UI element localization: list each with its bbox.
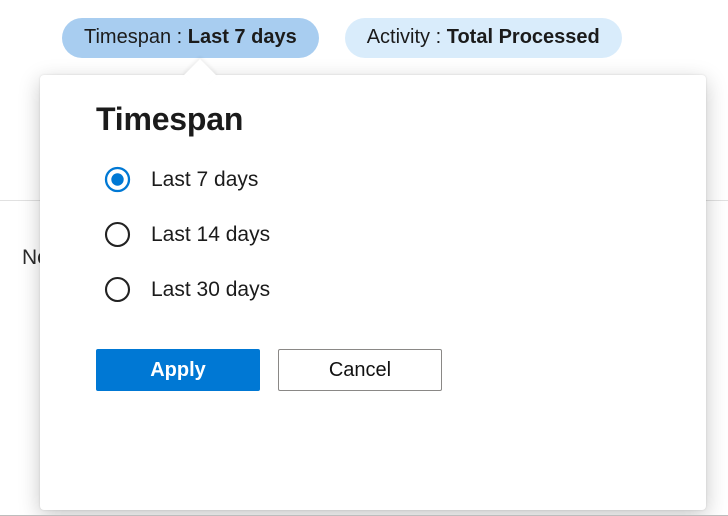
filter-pill-activity-value: Total Processed bbox=[447, 26, 600, 48]
popover-button-row: Apply Cancel bbox=[96, 349, 650, 391]
radio-unselected-icon bbox=[104, 276, 131, 303]
filter-pill-activity-label: Activity : bbox=[367, 26, 447, 48]
option-last-30-days[interactable]: Last 30 days bbox=[104, 276, 650, 303]
timespan-popover: Timespan Last 7 days Last 14 days bbox=[40, 75, 706, 510]
option-last-14-days[interactable]: Last 14 days bbox=[104, 221, 650, 248]
filter-pill-timespan-label: Timespan : bbox=[84, 26, 188, 48]
popover-title: Timespan bbox=[96, 101, 650, 138]
timespan-options: Last 7 days Last 14 days Last 30 days bbox=[104, 166, 650, 303]
radio-unselected-icon bbox=[104, 221, 131, 248]
cancel-button[interactable]: Cancel bbox=[278, 349, 442, 391]
popover-caret bbox=[183, 59, 217, 93]
filter-pill-timespan[interactable]: Timespan : Last 7 days bbox=[62, 18, 319, 58]
filter-pill-timespan-value: Last 7 days bbox=[188, 26, 297, 48]
option-label: Last 14 days bbox=[151, 223, 270, 247]
radio-selected-icon bbox=[104, 166, 131, 193]
filter-pill-activity[interactable]: Activity : Total Processed bbox=[345, 18, 622, 58]
option-label: Last 7 days bbox=[151, 168, 258, 192]
filter-pill-row: Timespan : Last 7 days Activity : Total … bbox=[62, 18, 622, 58]
apply-button[interactable]: Apply bbox=[96, 349, 260, 391]
option-last-7-days[interactable]: Last 7 days bbox=[104, 166, 650, 193]
option-label: Last 30 days bbox=[151, 278, 270, 302]
